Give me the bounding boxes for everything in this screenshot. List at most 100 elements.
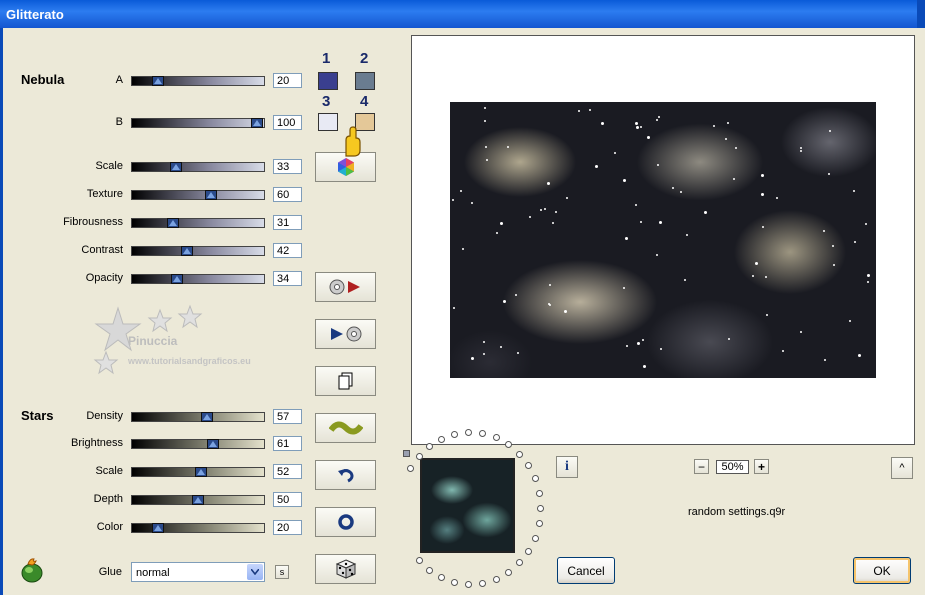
nebula-texture-slider[interactable] [131,190,265,200]
stars-depth-slider[interactable] [131,495,265,505]
main-preview-panel[interactable] [411,35,915,445]
blend-ring-dot[interactable] [525,548,532,555]
blend-ring-dot[interactable] [407,465,414,472]
zoom-in-button[interactable]: + [754,459,769,474]
nebula-contrast-slider[interactable] [131,246,265,256]
slider-thumb[interactable] [201,412,214,422]
stars-density-value[interactable]: 57 [273,409,302,424]
blend-ring-dot[interactable] [426,443,433,450]
undo-button[interactable] [315,460,376,490]
nebula-a-slider[interactable] [131,76,265,86]
chevron-down-icon[interactable] [247,564,263,580]
star-particle [555,211,557,213]
nebula-contrast-value[interactable]: 42 [273,243,302,258]
reset-button[interactable] [315,507,376,537]
slider-thumb[interactable] [206,439,219,449]
blend-ring-dot[interactable] [516,559,523,566]
nebula-scale-slider[interactable] [131,162,265,172]
color-swatch-3[interactable] [318,113,338,131]
glue-s-button[interactable]: s [275,565,289,579]
star-particle [680,191,682,193]
titlebar-edge [917,0,925,28]
slider-thumb[interactable] [251,118,264,128]
nebula-opacity-value[interactable]: 34 [273,271,302,286]
star-particle [471,202,473,204]
blend-ring-dot[interactable] [465,581,472,588]
random-button[interactable] [315,554,376,584]
slider-thumb[interactable] [181,246,194,256]
nebula-b-slider[interactable] [131,118,265,128]
save-preset-button[interactable] [315,319,376,349]
copy-button[interactable] [315,366,376,396]
slider-thumb[interactable] [170,274,183,284]
blend-ring-dot[interactable] [505,569,512,576]
glue-select[interactable]: normal [131,562,265,582]
star-particle [547,182,550,185]
star-particle [800,150,802,152]
slider-thumb[interactable] [152,523,165,533]
blend-ring-dot[interactable] [537,505,544,512]
blend-ring-dot[interactable] [416,453,423,460]
nebula-texture-value[interactable]: 60 [273,187,302,202]
blend-ring-dot[interactable] [479,580,486,587]
stars-brightness-value[interactable]: 61 [273,436,302,451]
star-particle [643,365,646,368]
star-particle [672,187,674,189]
star-particle [642,339,644,341]
collapse-button[interactable]: ^ [891,457,913,479]
stars-scale-slider[interactable] [131,467,265,477]
blend-ring-dot[interactable] [479,430,486,437]
blend-ring-dot[interactable] [525,462,532,469]
nebula-opacity-label: Opacity [85,272,123,284]
color-swatch-1[interactable] [318,72,338,90]
blend-ring-dot[interactable] [426,567,433,574]
zoom-out-button[interactable]: − [694,459,709,474]
star-particle [704,211,707,214]
stars-brightness-slider[interactable] [131,439,265,449]
nebula-b-value[interactable]: 100 [273,115,302,130]
nebula-b-label: B [115,116,123,128]
slider-thumb[interactable] [192,495,204,505]
nebula-fibrousness-value[interactable]: 31 [273,215,302,230]
blend-ring-dot[interactable] [451,579,458,586]
star-particle [601,122,604,125]
star-particle [566,197,568,199]
blend-ring-dot[interactable] [532,475,539,482]
blend-ring-dot[interactable] [438,574,445,581]
blend-ring-dot[interactable] [536,490,543,497]
stars-color-slider[interactable] [131,523,265,533]
stars-color-value[interactable]: 20 [273,520,302,535]
blend-ring-dot[interactable] [465,429,472,436]
load-preset-button[interactable] [315,272,376,302]
thumbnail-preview[interactable] [420,458,515,553]
blend-ring-dot[interactable] [493,576,500,583]
blend-ring-dot[interactable] [493,434,500,441]
nebula-opacity-slider[interactable] [131,274,265,284]
slider-thumb[interactable] [205,190,218,200]
blend-ring-dot[interactable] [532,535,539,542]
blend-ring-dot[interactable] [505,441,512,448]
stars-depth-value[interactable]: 50 [273,492,302,507]
nebula-scale-value[interactable]: 33 [273,159,302,174]
nebula-fibrousness-slider[interactable] [131,218,265,228]
slider-thumb[interactable] [152,76,165,86]
color-swatch-2[interactable] [355,72,375,90]
wave-button[interactable] [315,413,376,443]
zoom-level[interactable]: 50% [716,460,749,474]
thumbnail-corner-handle[interactable] [403,450,410,457]
blend-ring-dot[interactable] [416,557,423,564]
info-button[interactable]: i [556,456,578,478]
cancel-button[interactable]: Cancel [557,557,615,584]
nebula-a-value[interactable]: 20 [273,73,302,88]
blend-ring-dot[interactable] [438,436,445,443]
stars-density-slider[interactable] [131,412,265,422]
blend-ring-dot[interactable] [451,431,458,438]
stars-scale-value[interactable]: 52 [273,464,302,479]
blend-ring-dot[interactable] [516,451,523,458]
ok-button[interactable]: OK [853,557,911,584]
blend-ring-dot[interactable] [536,520,543,527]
slider-thumb[interactable] [194,467,207,477]
star-particle [647,136,650,139]
slider-thumb[interactable] [166,218,179,228]
slider-thumb[interactable] [169,162,182,172]
